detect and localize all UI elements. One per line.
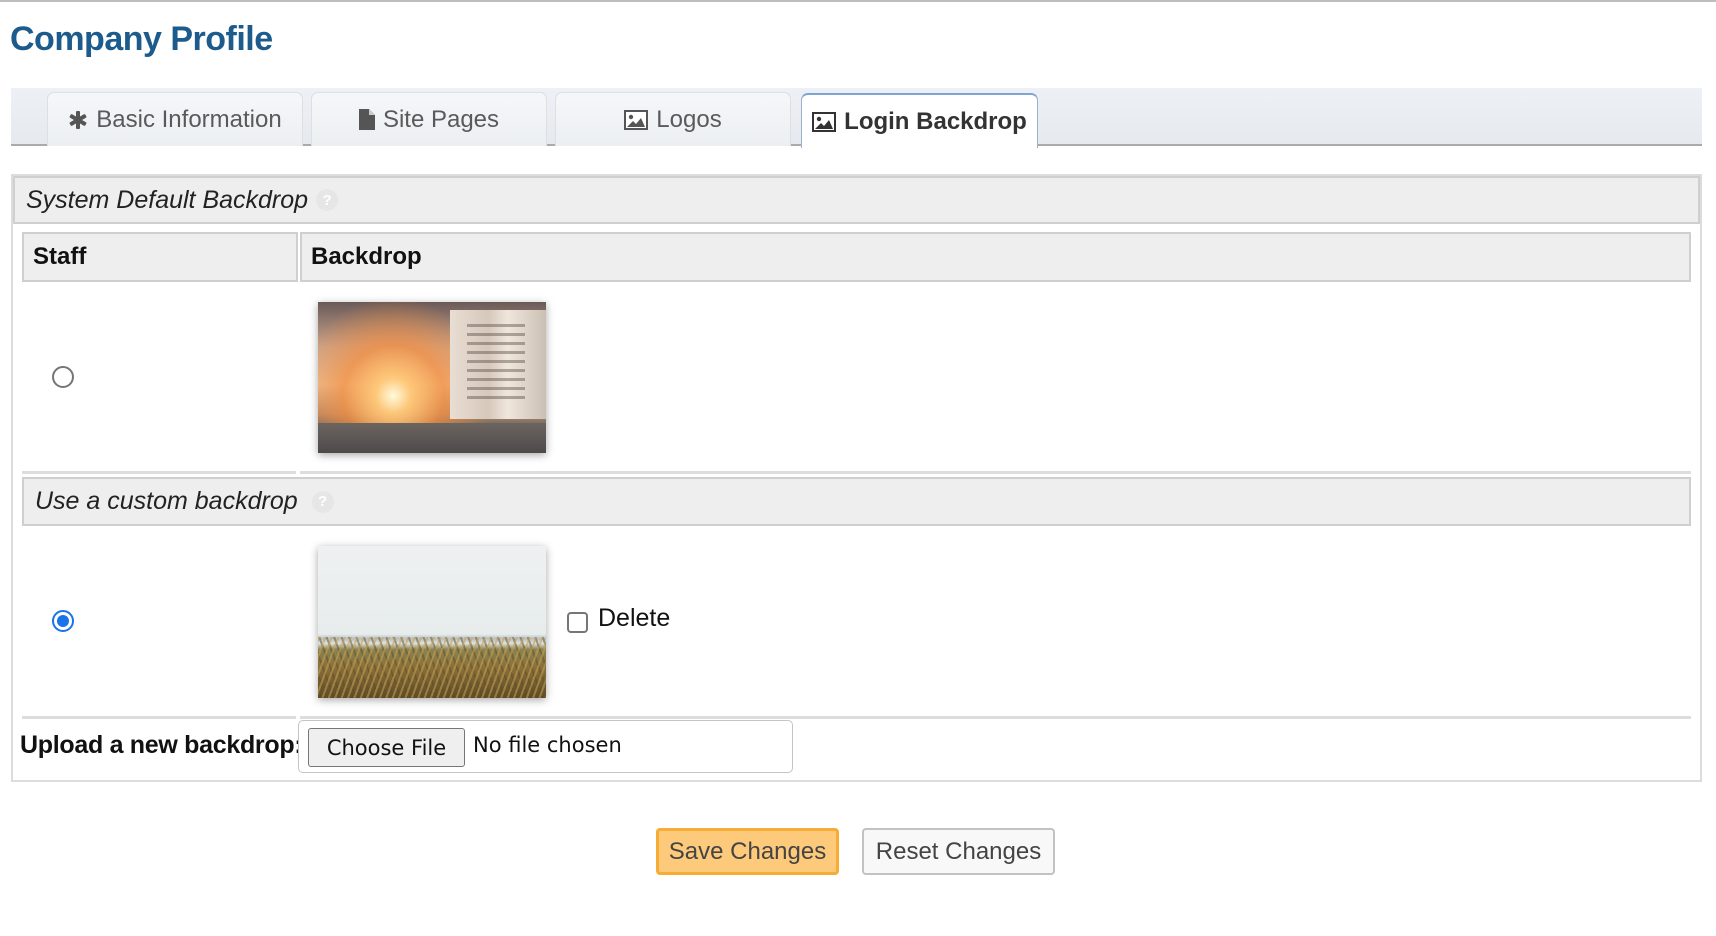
- custom-backdrop-radio[interactable]: [52, 610, 74, 632]
- image-icon: [812, 111, 837, 132]
- page-title: Company Profile: [10, 20, 273, 58]
- tab-login-backdrop[interactable]: Login Backdrop: [801, 93, 1038, 148]
- tab-label: Logos: [656, 105, 722, 133]
- choose-file-button[interactable]: Choose File: [308, 728, 465, 767]
- row-divider: [300, 716, 1691, 719]
- system-default-backdrop-image: [318, 302, 546, 453]
- image-icon: [624, 109, 649, 130]
- file-status: No file chosen: [473, 733, 622, 757]
- help-icon[interactable]: ?: [311, 490, 334, 513]
- system-default-heading: System Default Backdrop: [26, 185, 309, 214]
- file-input[interactable]: Choose File No file chosen: [298, 720, 793, 773]
- asterisk-icon: [68, 110, 88, 130]
- reset-changes-button[interactable]: Reset Changes: [862, 828, 1055, 875]
- tab-bar: Basic Information Site Pages Logos Login…: [11, 88, 1702, 148]
- custom-backdrop-heading: Use a custom backdrop: [35, 487, 298, 515]
- system-default-radio[interactable]: [52, 366, 74, 388]
- image-detail: [318, 422, 546, 453]
- tab-label: Login Backdrop: [844, 107, 1027, 135]
- row-divider: [300, 471, 1691, 474]
- top-border: [0, 0, 1716, 2]
- image-detail: [318, 637, 546, 698]
- row-divider: [22, 471, 296, 474]
- tab-basic-information[interactable]: Basic Information: [47, 92, 303, 146]
- image-detail: [450, 310, 546, 419]
- row-divider: [22, 716, 296, 719]
- help-icon[interactable]: ?: [316, 189, 339, 211]
- upload-label: Upload a new backdrop:: [20, 731, 303, 759]
- tab-logos[interactable]: Logos: [555, 92, 791, 146]
- tab-site-pages[interactable]: Site Pages: [311, 92, 547, 146]
- system-default-header: System Default Backdrop ?: [13, 176, 1700, 224]
- file-icon: [358, 109, 375, 130]
- tab-label: Basic Information: [96, 105, 282, 133]
- custom-backdrop-header: Use a custom backdrop ?: [22, 477, 1691, 526]
- column-header-backdrop: Backdrop: [300, 232, 1691, 282]
- delete-label[interactable]: Delete: [598, 604, 670, 633]
- delete-checkbox[interactable]: [567, 612, 588, 633]
- save-changes-button[interactable]: Save Changes: [656, 828, 839, 875]
- tab-label: Site Pages: [382, 105, 500, 133]
- column-header-staff: Staff: [22, 232, 298, 282]
- custom-backdrop-image: [318, 546, 546, 698]
